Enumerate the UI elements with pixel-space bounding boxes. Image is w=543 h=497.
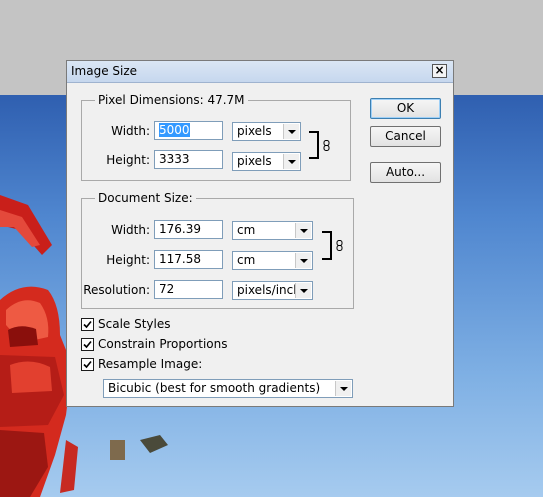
title-bar[interactable]: Image Size × bbox=[67, 61, 453, 83]
document-height-label: Height: bbox=[106, 253, 150, 267]
checkmark-icon bbox=[83, 360, 92, 369]
pixel-height-unit-select[interactable]: pixels bbox=[232, 152, 301, 171]
checkmark-icon bbox=[83, 320, 92, 329]
chevron-down-icon[interactable] bbox=[335, 381, 351, 396]
auto-button[interactable]: Auto... bbox=[370, 162, 441, 183]
chain-link-icon bbox=[336, 240, 343, 251]
constrain-proportions-checkbox[interactable] bbox=[81, 338, 94, 351]
document-width-label: Width: bbox=[111, 223, 150, 237]
chevron-down-icon[interactable] bbox=[295, 223, 311, 238]
pixel-height-label: Height: bbox=[106, 153, 150, 167]
resample-image-label: Resample Image: bbox=[98, 357, 203, 371]
chevron-down-icon[interactable] bbox=[295, 283, 311, 298]
resample-method-select[interactable]: Bicubic (best for smooth gradients) bbox=[103, 379, 353, 398]
document-width-unit-value: cm bbox=[237, 223, 256, 237]
pixel-width-unit-value: pixels bbox=[237, 124, 272, 138]
close-button[interactable]: × bbox=[432, 64, 447, 78]
scale-styles-checkbox[interactable] bbox=[81, 318, 94, 331]
chevron-down-icon[interactable] bbox=[283, 154, 299, 169]
image-size-dialog: Image Size × Pixel Dimensions: 47.7M Wid… bbox=[66, 60, 454, 407]
dialog-title: Image Size bbox=[71, 64, 138, 78]
document-link-bracket bbox=[322, 231, 332, 260]
pixel-link-bracket bbox=[309, 131, 319, 159]
document-size-legend: Document Size: bbox=[95, 191, 196, 205]
checkmark-icon bbox=[83, 340, 92, 349]
pixel-width-unit-select[interactable]: pixels bbox=[232, 122, 301, 141]
resolution-input[interactable]: 72 bbox=[154, 280, 223, 299]
pixel-height-unit-value: pixels bbox=[237, 154, 272, 168]
pixel-height-input[interactable]: 3333 bbox=[154, 150, 223, 169]
document-width-value: 176.39 bbox=[159, 222, 201, 236]
chevron-down-icon[interactable] bbox=[295, 253, 311, 268]
document-width-input[interactable]: 176.39 bbox=[154, 220, 223, 239]
resolution-value: 72 bbox=[159, 282, 175, 296]
pixel-width-input[interactable]: 5000 bbox=[154, 121, 223, 140]
resample-image-checkbox[interactable] bbox=[81, 358, 94, 371]
document-height-unit-select[interactable]: cm bbox=[232, 251, 313, 270]
resolution-unit-value: pixels/inch bbox=[237, 283, 301, 297]
chevron-down-icon[interactable] bbox=[283, 124, 299, 139]
document-width-unit-select[interactable]: cm bbox=[232, 221, 313, 240]
document-height-value: 117.58 bbox=[159, 252, 201, 266]
pixel-width-value: 5000 bbox=[159, 123, 190, 137]
pixel-dimensions-legend: Pixel Dimensions: 47.7M bbox=[95, 93, 248, 107]
document-height-unit-value: cm bbox=[237, 253, 256, 267]
resolution-label: Resolution: bbox=[83, 283, 150, 297]
resolution-unit-select[interactable]: pixels/inch bbox=[232, 281, 313, 300]
ok-button[interactable]: OK bbox=[370, 98, 441, 119]
chain-link-icon bbox=[323, 140, 330, 151]
constrain-proportions-label: Constrain Proportions bbox=[98, 337, 228, 351]
scale-styles-label: Scale Styles bbox=[98, 317, 171, 331]
pixel-width-label: Width: bbox=[111, 124, 150, 138]
resample-method-value: Bicubic (best for smooth gradients) bbox=[108, 381, 321, 395]
cancel-button[interactable]: Cancel bbox=[370, 126, 441, 147]
pixel-height-value: 3333 bbox=[159, 152, 190, 166]
document-height-input[interactable]: 117.58 bbox=[154, 250, 223, 269]
